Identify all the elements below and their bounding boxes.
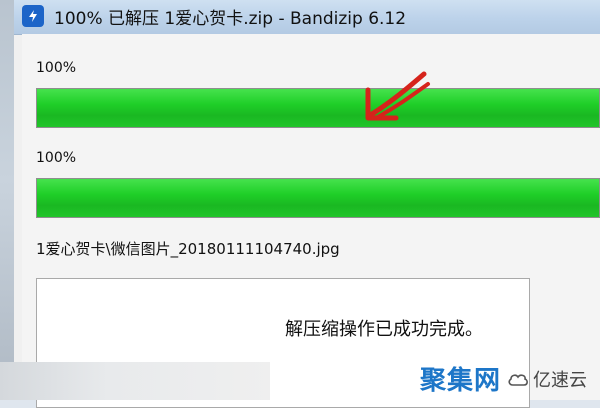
watermark-sub: 亿速云 (507, 366, 587, 392)
total-progress-bar (36, 178, 600, 218)
file-progress-bar (36, 88, 600, 128)
bandizip-app-icon (22, 5, 44, 27)
file-progress-fill (37, 89, 599, 127)
window-title: 100% 已解压 1爱心贺卡.zip - Bandizip 6.12 (54, 9, 407, 29)
completion-message: 解压缩操作已成功完成。 (285, 319, 483, 340)
blurred-foreground (0, 362, 270, 400)
window-content: 100% 100% 1爱心贺卡\微信图片_20180111104740.jpg … (22, 34, 600, 408)
total-progress-percent: 100% (36, 150, 77, 166)
file-progress-percent: 100% (36, 60, 77, 76)
extraction-window: 100% 已解压 1爱心贺卡.zip - Bandizip 6.12 100% … (14, 0, 600, 408)
cloud-icon (508, 373, 528, 386)
window-titlebar[interactable]: 100% 已解压 1爱心贺卡.zip - Bandizip 6.12 (14, 0, 600, 35)
total-progress-fill (37, 179, 599, 217)
annotation-arrow-icon (365, 71, 430, 121)
watermark: 聚集网 亿速云 (420, 360, 587, 397)
current-file-path: 1爱心贺卡\微信图片_20180111104740.jpg (36, 240, 340, 258)
watermark-main: 聚集网 (420, 366, 502, 396)
watermark-sub-text: 亿速云 (533, 369, 588, 391)
